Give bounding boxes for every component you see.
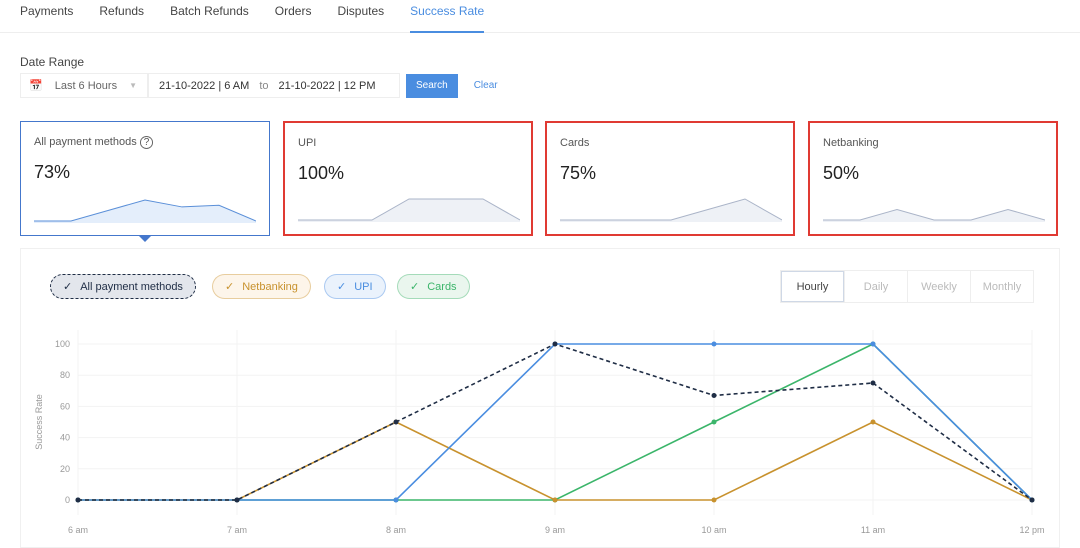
- data-point[interactable]: [552, 341, 558, 347]
- granularity-weekly[interactable]: Weekly: [907, 271, 970, 302]
- summary-card[interactable]: Cards 75%: [545, 121, 795, 236]
- card-value: 73%: [34, 162, 71, 182]
- y-tick-label: 0: [65, 495, 70, 505]
- date-range: 📅 Last 6 Hours ▼ 21-10-2022 | 6 AM to 21…: [20, 73, 498, 98]
- card-title: UPI: [298, 137, 518, 149]
- tab-disputes[interactable]: Disputes: [337, 0, 384, 33]
- data-point[interactable]: [1029, 497, 1035, 503]
- y-tick-label: 60: [60, 401, 70, 411]
- filter-label: Cards: [427, 280, 457, 293]
- data-point[interactable]: [393, 419, 399, 425]
- filter-label: Netbanking: [242, 280, 298, 293]
- date-range-label: Date Range: [20, 55, 85, 69]
- success-rate-chart: 6 am 7 am 8 am 9 am 10 am 11 am 12 pm 0 20 40 60 80…: [34, 330, 1045, 535]
- data-point[interactable]: [711, 497, 717, 503]
- granularity-hourly[interactable]: Hourly: [781, 271, 844, 302]
- sparkline: [298, 198, 520, 222]
- x-tick-label: 10 am: [701, 525, 726, 535]
- granularity-monthly[interactable]: Monthly: [970, 271, 1033, 302]
- to-label: to: [259, 79, 269, 92]
- card-title: Cards: [560, 137, 780, 149]
- nav-tabs: Payments Refunds Batch Refunds Orders Di…: [0, 0, 1080, 33]
- data-point[interactable]: [711, 392, 717, 398]
- chevron-down-icon: ▼: [129, 81, 137, 90]
- date-range-input[interactable]: 21-10-2022 | 6 AM to 21-10-2022 | 12 PM: [148, 73, 400, 98]
- sparkline: [34, 199, 256, 223]
- from-date: 21-10-2022 | 6 AM: [159, 79, 250, 92]
- calendar-icon: 📅: [29, 80, 43, 92]
- card-title-text: Cards: [560, 137, 590, 149]
- data-point[interactable]: [711, 341, 717, 347]
- tab-success-rate[interactable]: Success Rate: [410, 0, 485, 33]
- card-title-text: All payment methods: [34, 136, 137, 148]
- card-title-text: Netbanking: [823, 137, 879, 149]
- check-icon: ✓: [63, 281, 73, 293]
- summary-card[interactable]: UPI 100%: [283, 121, 533, 236]
- data-point[interactable]: [234, 497, 240, 503]
- card-title: All payment methods ?: [34, 136, 256, 149]
- card-title: Netbanking: [823, 137, 1043, 149]
- clear-button[interactable]: Clear: [474, 80, 498, 91]
- filter-chip[interactable]: ✓ All payment methods: [50, 274, 196, 299]
- card-title-text: UPI: [298, 137, 317, 149]
- x-tick-label: 12 pm: [1019, 525, 1044, 535]
- x-tick-label: 7 am: [227, 525, 247, 535]
- data-point[interactable]: [393, 497, 399, 503]
- card-value: 75%: [560, 163, 597, 183]
- sparkline: [560, 198, 782, 222]
- x-tick-label: 8 am: [386, 525, 406, 535]
- card-value: 100%: [298, 163, 345, 183]
- check-icon: ✓: [337, 281, 347, 293]
- data-point[interactable]: [870, 380, 876, 386]
- check-icon: ✓: [225, 281, 235, 293]
- granularity-toggle: Hourly Daily Weekly Monthly: [780, 270, 1034, 303]
- preset-select[interactable]: 📅 Last 6 Hours ▼: [20, 73, 148, 98]
- help-icon: ?: [139, 136, 154, 149]
- tab-batch-refunds[interactable]: Batch Refunds: [170, 0, 249, 33]
- check-icon: ✓: [410, 281, 420, 293]
- summary-card[interactable]: All payment methods ? 73%: [20, 121, 270, 236]
- y-tick-label: 80: [60, 370, 70, 380]
- filter-chip[interactable]: ✓ Cards: [397, 274, 470, 299]
- y-axis-label: Success Rate: [34, 394, 44, 450]
- filter-label: All payment methods: [80, 280, 183, 293]
- tab-orders[interactable]: Orders: [275, 0, 312, 33]
- data-point[interactable]: [75, 497, 81, 503]
- filter-chip[interactable]: ✓ Netbanking: [212, 274, 311, 299]
- preset-value: Last 6 Hours: [54, 79, 118, 92]
- granularity-daily[interactable]: Daily: [844, 271, 907, 302]
- y-tick-label: 20: [60, 464, 70, 474]
- to-date: 21-10-2022 | 12 PM: [278, 79, 376, 92]
- data-point[interactable]: [870, 419, 876, 425]
- tab-refunds[interactable]: Refunds: [99, 0, 144, 33]
- search-button[interactable]: Search: [406, 73, 458, 98]
- sparkline: [823, 208, 1045, 222]
- card-value: 50%: [823, 163, 860, 183]
- summary-card[interactable]: Netbanking 50%: [808, 121, 1058, 236]
- y-tick-label: 100: [55, 339, 70, 349]
- x-tick-label: 9 am: [545, 525, 565, 535]
- selected-pointer: [138, 235, 152, 242]
- data-point[interactable]: [552, 497, 558, 503]
- data-point[interactable]: [711, 419, 717, 425]
- x-tick-label: 6 am: [68, 525, 88, 535]
- y-tick-label: 40: [60, 433, 70, 443]
- filter-label: UPI: [354, 280, 373, 293]
- x-tick-label: 11 am: [861, 525, 885, 535]
- data-point[interactable]: [870, 341, 876, 347]
- tab-payments[interactable]: Payments: [20, 0, 73, 33]
- filter-chip[interactable]: ✓ UPI: [324, 274, 386, 299]
